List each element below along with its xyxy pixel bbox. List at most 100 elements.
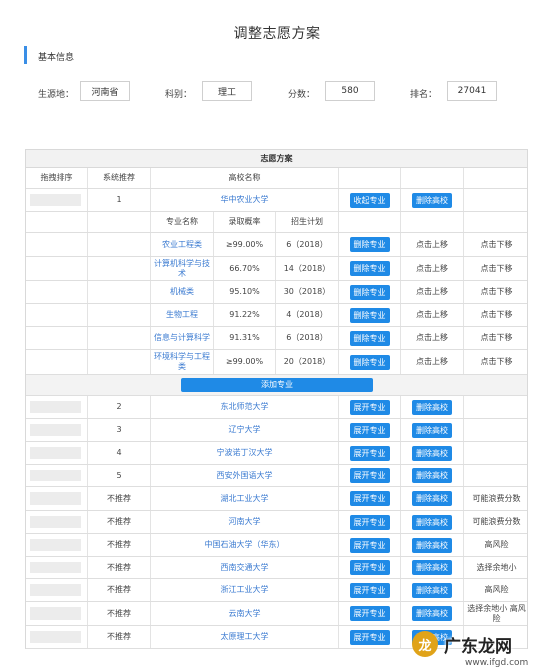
- add-major-row: 添加专业: [26, 375, 527, 396]
- move-up-link[interactable]: 点击上移: [401, 304, 464, 326]
- subject-label: 科别：: [165, 90, 193, 100]
- major-name[interactable]: 环境科学与工程类: [151, 350, 214, 374]
- school-list: 2 东北师范大学 展开专业 删除高校 3 辽宁大学 展开专业 删除高校 4 宁波诺丁汉大学 展开专业…: [26, 396, 527, 649]
- delete-major-button[interactable]: 删除专业: [349, 237, 390, 252]
- recommend-status: 2: [88, 396, 151, 418]
- school-name[interactable]: 太原理工大学: [151, 626, 339, 648]
- delete-school-button[interactable]: 删除高校: [412, 468, 452, 483]
- delete-school-button[interactable]: 删除高校: [412, 582, 452, 598]
- origin-field[interactable]: 河南省: [80, 81, 130, 101]
- expand-majors-button[interactable]: 展开专业: [349, 537, 390, 553]
- expand-majors-button[interactable]: 展开专业: [349, 560, 390, 575]
- major-name[interactable]: 机械类: [151, 281, 214, 303]
- expand-majors-button[interactable]: 展开专业: [349, 606, 390, 621]
- drag-handle[interactable]: [30, 401, 81, 413]
- drag-handle[interactable]: [30, 607, 81, 620]
- school-note: 可能浪费分数: [472, 517, 521, 527]
- expand-majors-button[interactable]: 展开专业: [349, 468, 390, 483]
- school-note: 选择余地小 高风险: [467, 603, 526, 623]
- expand-majors-button[interactable]: 展开专业: [349, 629, 390, 645]
- major-prob: 91.22%: [214, 304, 276, 326]
- school-name[interactable]: 中国石油大学（华东）: [151, 534, 339, 556]
- school-note: [464, 442, 529, 464]
- move-up-link[interactable]: 点击上移: [401, 350, 464, 374]
- delete-major-button[interactable]: 删除专业: [349, 284, 390, 300]
- drag-handle[interactable]: [30, 470, 81, 481]
- expand-majors-button[interactable]: 展开专业: [349, 582, 390, 598]
- school-name[interactable]: 西安外国语大学: [151, 465, 339, 486]
- drag-handle[interactable]: [30, 516, 81, 528]
- rank-field[interactable]: 27041: [447, 81, 497, 101]
- major-row: 计算机科学与技术 66.70% 14（2018） 删除专业 点击上移 点击下移: [26, 257, 527, 281]
- school-note: 高风险: [484, 585, 509, 595]
- major-plan: 6（2018）: [276, 327, 339, 349]
- school-name[interactable]: 华中农业大学: [151, 189, 339, 211]
- move-down-link[interactable]: 点击下移: [464, 257, 529, 280]
- move-down-link[interactable]: 点击下移: [464, 327, 529, 349]
- drag-handle[interactable]: [30, 539, 81, 551]
- recommend-status: 不推荐: [88, 511, 151, 533]
- col-header-drag: 拖拽排序: [26, 168, 88, 188]
- plan-table-header: 拖拽排序 系统推荐 高校名称: [26, 168, 527, 189]
- drag-handle[interactable]: [30, 631, 81, 643]
- school-name[interactable]: 辽宁大学: [151, 419, 339, 441]
- recommend-status: 不推荐: [88, 579, 151, 601]
- expand-majors-button[interactable]: 展开专业: [349, 445, 390, 461]
- school-name[interactable]: 湖北工业大学: [151, 487, 339, 510]
- subject-field[interactable]: 理工: [202, 81, 252, 101]
- drag-handle[interactable]: [30, 447, 81, 459]
- score-field[interactable]: 580: [325, 81, 375, 101]
- move-down-link[interactable]: 点击下移: [464, 304, 529, 326]
- section-title-basic: 基本信息: [38, 53, 75, 63]
- major-header-prob: 录取概率: [214, 212, 276, 232]
- school-name[interactable]: 东北师范大学: [151, 396, 339, 418]
- expand-majors-button[interactable]: 展开专业: [349, 514, 390, 530]
- major-name[interactable]: 计算机科学与技术: [151, 257, 214, 280]
- delete-school-button[interactable]: 删除高校: [412, 560, 452, 575]
- delete-school-button[interactable]: 删除高校: [412, 514, 452, 530]
- school-name[interactable]: 河南大学: [151, 511, 339, 533]
- expand-majors-button[interactable]: 展开专业: [349, 399, 390, 415]
- drag-handle[interactable]: [30, 584, 81, 596]
- school-name[interactable]: 西南交通大学: [151, 557, 339, 578]
- school-name[interactable]: 云南大学: [151, 602, 339, 625]
- drag-handle[interactable]: [30, 194, 81, 206]
- drag-handle[interactable]: [30, 424, 81, 436]
- page-title: 调整志愿方案: [233, 26, 321, 42]
- move-up-link[interactable]: 点击上移: [401, 281, 464, 303]
- school-name[interactable]: 宁波诺丁汉大学: [151, 442, 339, 464]
- drag-handle[interactable]: [30, 492, 81, 505]
- collapse-majors-button[interactable]: 收起专业: [349, 192, 390, 208]
- move-up-link[interactable]: 点击上移: [401, 327, 464, 349]
- move-down-link[interactable]: 点击下移: [464, 350, 529, 374]
- delete-major-button[interactable]: 删除专业: [349, 307, 390, 323]
- recommend-status: 3: [88, 419, 151, 441]
- delete-school-button[interactable]: 删除高校: [412, 491, 452, 506]
- expand-majors-button[interactable]: 展开专业: [349, 422, 390, 438]
- delete-major-button[interactable]: 删除专业: [349, 330, 390, 346]
- delete-school-button[interactable]: 删除高校: [412, 399, 452, 415]
- col-header-recommend: 系统推荐: [88, 168, 151, 188]
- origin-label: 生源地：: [38, 90, 75, 100]
- school-name[interactable]: 浙江工业大学: [151, 579, 339, 601]
- move-up-link[interactable]: 点击上移: [401, 233, 464, 256]
- delete-school-button[interactable]: 删除高校: [412, 606, 452, 621]
- major-name[interactable]: 信息与计算科学: [151, 327, 214, 349]
- delete-school-button[interactable]: 删除高校: [412, 537, 452, 553]
- delete-major-button[interactable]: 删除专业: [349, 261, 390, 276]
- watermark-logo-icon: 龙: [412, 631, 438, 657]
- expand-majors-button[interactable]: 展开专业: [349, 491, 390, 506]
- recommend-status: 不推荐: [88, 557, 151, 578]
- delete-school-button[interactable]: 删除高校: [412, 422, 452, 438]
- school-note: 选择余地小: [476, 562, 517, 572]
- delete-major-button[interactable]: 删除专业: [349, 354, 390, 370]
- major-name[interactable]: 农业工程类: [151, 233, 214, 256]
- drag-handle[interactable]: [30, 562, 81, 573]
- move-down-link[interactable]: 点击下移: [464, 281, 529, 303]
- delete-school-button[interactable]: 删除高校: [412, 445, 452, 461]
- major-name[interactable]: 生物工程: [151, 304, 214, 326]
- add-major-button[interactable]: 添加专业: [181, 378, 373, 392]
- move-down-link[interactable]: 点击下移: [464, 233, 529, 256]
- delete-school-button[interactable]: 删除高校: [412, 192, 452, 208]
- move-up-link[interactable]: 点击上移: [401, 257, 464, 280]
